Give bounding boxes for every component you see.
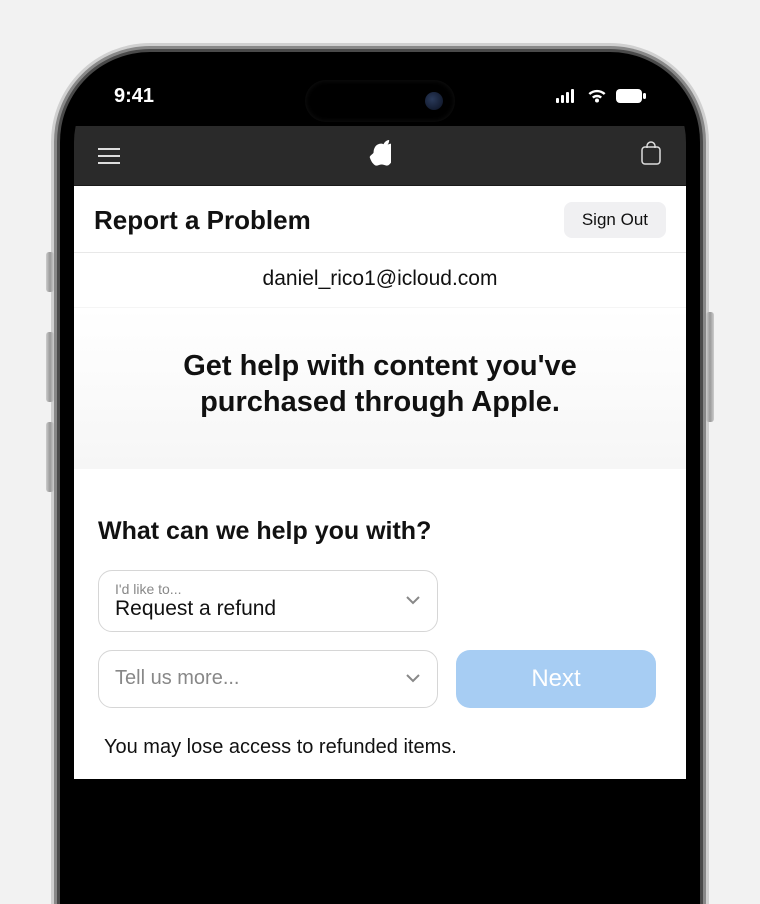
help-form: What can we help you with? I'd like to..… [74, 469, 686, 779]
page-content: Report a Problem Sign Out daniel_rico1@i… [74, 186, 686, 779]
reason-select-label: I'd like to... [115, 581, 393, 597]
wifi-icon [586, 88, 608, 104]
camera-icon [425, 92, 443, 110]
hero-headline: Get help with content you've purchased t… [114, 348, 646, 421]
status-time: 9:41 [114, 85, 154, 108]
chevron-down-icon [405, 592, 421, 610]
status-bar: 9:41 [74, 66, 686, 126]
side-button [706, 312, 714, 422]
side-button [46, 332, 54, 402]
reason-select-value: Request a refund [115, 597, 276, 620]
form-prompt: What can we help you with? [98, 517, 662, 546]
next-button[interactable]: Next [456, 650, 656, 708]
reason-select[interactable]: I'd like to... Request a refund [98, 570, 438, 632]
screen: 9:41 [74, 66, 686, 904]
side-button [46, 422, 54, 492]
cellular-icon [556, 89, 578, 103]
status-indicators [556, 88, 646, 104]
chevron-down-icon [405, 670, 421, 688]
dynamic-island [305, 80, 455, 122]
battery-icon [616, 89, 646, 103]
account-email: daniel_rico1@icloud.com [74, 253, 686, 308]
page-title: Report a Problem [94, 205, 311, 236]
details-select-placeholder: Tell us more... [115, 667, 239, 690]
hero: Get help with content you've purchased t… [74, 308, 686, 469]
phone-frame: 9:41 [60, 52, 700, 904]
sign-out-button[interactable]: Sign Out [564, 202, 666, 238]
disclaimer-text: You may lose access to refunded items. [98, 736, 662, 759]
apple-logo-icon[interactable] [369, 140, 391, 171]
nav-bar [74, 126, 686, 186]
menu-icon[interactable] [98, 148, 120, 164]
side-button [46, 252, 54, 292]
shopping-bag-icon[interactable] [640, 141, 662, 170]
details-select[interactable]: Tell us more... [98, 650, 438, 708]
